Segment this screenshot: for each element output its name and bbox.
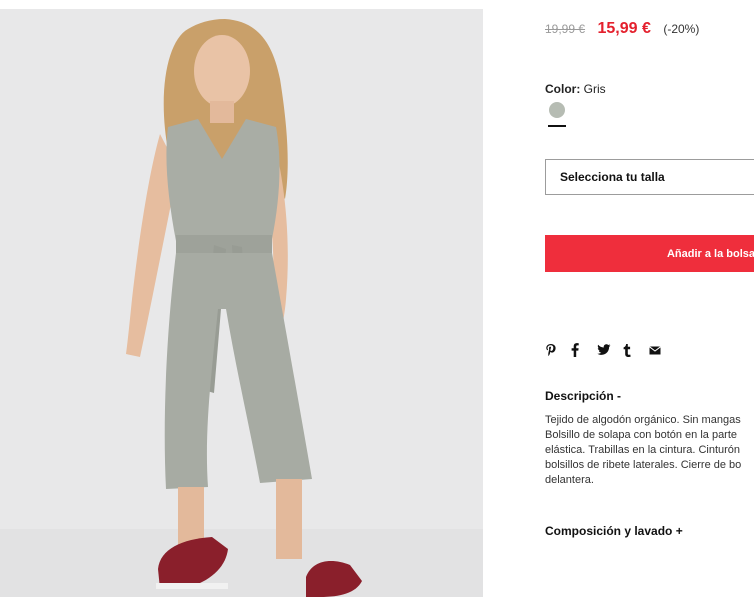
product-info: 19,99 € 15,99 € (-20%) Color: Gris Selec… <box>545 0 754 597</box>
product-image[interactable] <box>0 9 483 597</box>
description-text: Tejido de algodón orgánico. Sin mangas B… <box>545 413 754 488</box>
description-line: Bolsillo de solapa con botón en la parte <box>545 429 738 441</box>
swatch-selected-indicator <box>548 125 566 127</box>
add-to-bag-button[interactable]: Añadir a la bolsa <box>545 235 754 272</box>
mail-icon[interactable] <box>649 345 675 355</box>
twitter-icon[interactable] <box>597 344 623 356</box>
discount-badge: (-20%) <box>663 22 700 36</box>
price-row: 19,99 € 15,99 € (-20%) <box>545 20 699 38</box>
color-label: Color: Gris <box>545 82 606 96</box>
product-page: 19,99 € 15,99 € (-20%) Color: Gris Selec… <box>0 0 754 597</box>
pinterest-icon[interactable] <box>545 343 571 357</box>
composition-toggle[interactable]: Composición y lavado + <box>545 524 683 538</box>
description-line: Tejido de algodón orgánico. Sin mangas <box>545 414 741 426</box>
color-label-key: Color: <box>545 82 581 96</box>
description-line: bolsillos de ribete laterales. Cierre de… <box>545 459 742 471</box>
facebook-icon[interactable] <box>571 343 597 357</box>
description-line: delantera. <box>545 474 594 486</box>
product-photo-illustration <box>0 9 483 597</box>
color-value: Gris <box>583 82 606 96</box>
color-swatch-gris[interactable] <box>549 102 565 118</box>
old-price: 19,99 € <box>545 22 586 36</box>
size-select-label: Selecciona tu talla <box>560 170 665 184</box>
description-toggle[interactable]: Descripción - <box>545 389 621 403</box>
sale-price: 15,99 € <box>597 20 651 37</box>
share-bar <box>545 343 675 357</box>
add-to-bag-label: Añadir a la bolsa <box>666 247 754 260</box>
size-select[interactable]: Selecciona tu talla <box>545 159 754 195</box>
description-line: elástica. Trabillas en la cintura. Cintu… <box>545 444 741 456</box>
tumblr-icon[interactable] <box>623 343 649 357</box>
